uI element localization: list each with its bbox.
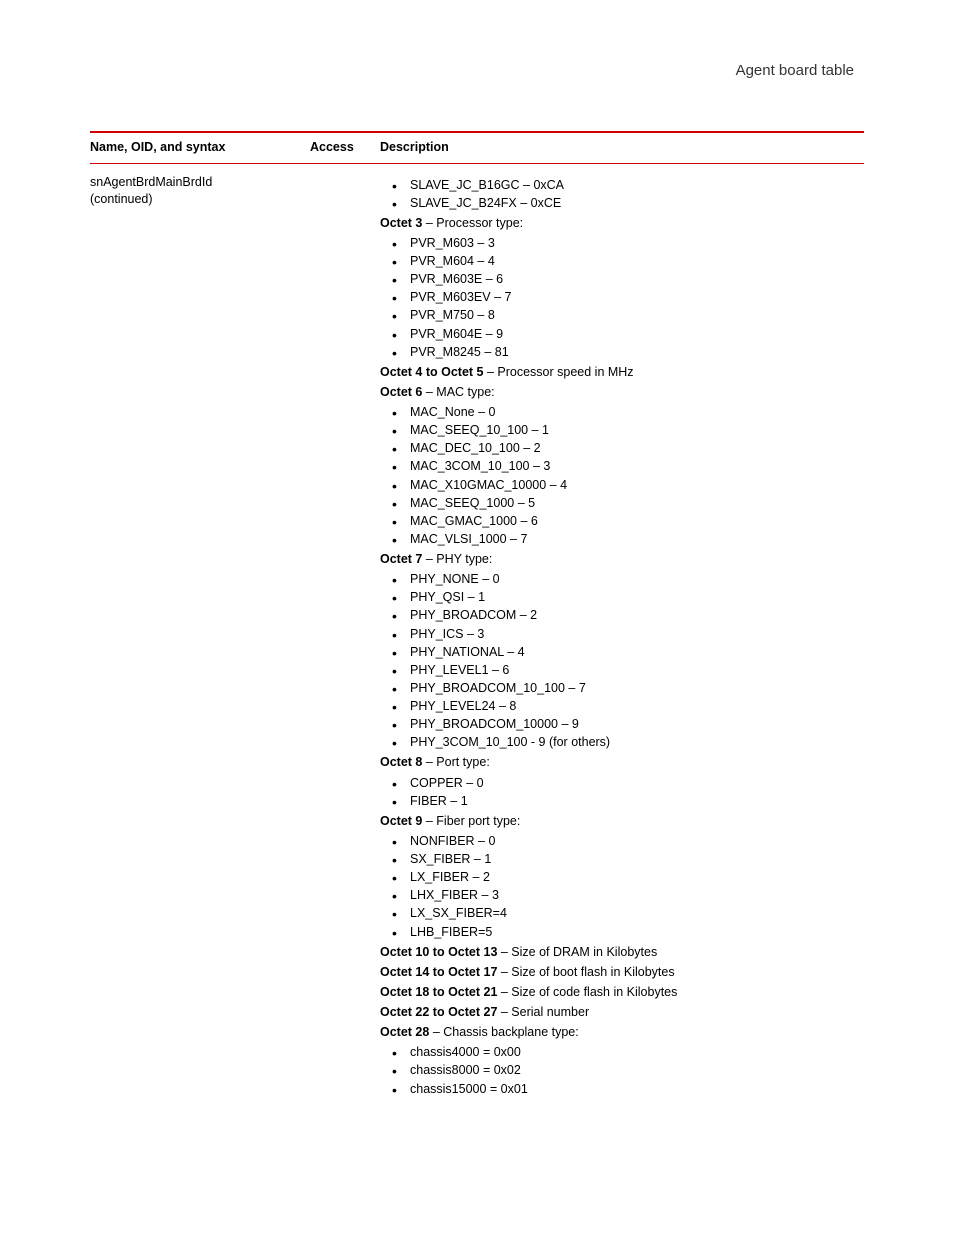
desc-list-octet8: COPPER – 0 FIBER – 1: [380, 774, 856, 810]
list-item: MAC_VLSI_1000 – 7: [392, 530, 856, 548]
octet7-text: – PHY type:: [422, 552, 492, 566]
list-item: PVR_M603E – 6: [392, 270, 856, 288]
list-item: chassis15000 = 0x01: [392, 1080, 856, 1098]
list-item: MAC_SEEQ_1000 – 5: [392, 494, 856, 512]
octet28-line: Octet 28 – Chassis backplane type:: [380, 1023, 856, 1041]
octet10-13-line: Octet 10 to Octet 13 – Size of DRAM in K…: [380, 943, 856, 961]
list-item: LHB_FIBER=5: [392, 923, 856, 941]
list-item: PHY_ICS – 3: [392, 625, 856, 643]
list-item: PHY_QSI – 1: [392, 588, 856, 606]
octet18-21-text: – Size of code flash in Kilobytes: [497, 985, 677, 999]
octet22-27-text: – Serial number: [497, 1005, 589, 1019]
octet7-line: Octet 7 – PHY type:: [380, 550, 856, 568]
octet4-5-label: Octet 4 to Octet 5: [380, 365, 484, 379]
desc-list-octet6: MAC_None – 0 MAC_SEEQ_10_100 – 1 MAC_DEC…: [380, 403, 856, 548]
list-item: PVR_M604E – 9: [392, 325, 856, 343]
list-item: MAC_DEC_10_100 – 2: [392, 439, 856, 457]
octet3-line: Octet 3 – Processor type:: [380, 214, 856, 232]
desc-list-octet7: PHY_NONE – 0 PHY_QSI – 1 PHY_BROADCOM – …: [380, 570, 856, 751]
list-item: chassis4000 = 0x00: [392, 1043, 856, 1061]
list-item: PHY_LEVEL24 – 8: [392, 697, 856, 715]
octet4-5-text: – Processor speed in MHz: [484, 365, 634, 379]
list-item: COPPER – 0: [392, 774, 856, 792]
list-item: LX_SX_FIBER=4: [392, 904, 856, 922]
desc-list-octet28: chassis4000 = 0x00 chassis8000 = 0x02 ch…: [380, 1043, 856, 1097]
desc-list-octet3: PVR_M603 – 3 PVR_M604 – 4 PVR_M603E – 6 …: [380, 234, 856, 361]
list-item: MAC_3COM_10_100 – 3: [392, 457, 856, 475]
col-header-access: Access: [310, 133, 380, 163]
octet6-line: Octet 6 – MAC type:: [380, 383, 856, 401]
list-item: chassis8000 = 0x02: [392, 1061, 856, 1079]
octet4-5-line: Octet 4 to Octet 5 – Processor speed in …: [380, 363, 856, 381]
cell-access: [310, 163, 380, 1104]
list-item: PHY_BROADCOM_10_100 – 7: [392, 679, 856, 697]
list-item: PVR_M603 – 3: [392, 234, 856, 252]
col-header-description: Description: [380, 133, 864, 163]
page-header-title: Agent board table: [90, 60, 864, 81]
cell-name: snAgentBrdMainBrdId (continued): [90, 163, 310, 1104]
octet8-text: – Port type:: [422, 755, 489, 769]
octet6-label: Octet 6: [380, 385, 422, 399]
list-item: FIBER – 1: [392, 792, 856, 810]
octet10-13-label: Octet 10 to Octet 13: [380, 945, 497, 959]
desc-list-octet9: NONFIBER – 0 SX_FIBER – 1 LX_FIBER – 2 L…: [380, 832, 856, 941]
octet6-text: – MAC type:: [422, 385, 494, 399]
list-item: PHY_BROADCOM_10000 – 9: [392, 715, 856, 733]
octet28-label: Octet 28: [380, 1025, 429, 1039]
octet9-line: Octet 9 – Fiber port type:: [380, 812, 856, 830]
octet9-text: – Fiber port type:: [422, 814, 520, 828]
continued-label: (continued): [90, 191, 302, 209]
octet14-17-text: – Size of boot flash in Kilobytes: [497, 965, 674, 979]
list-item: MAC_None – 0: [392, 403, 856, 421]
list-item: PVR_M603EV – 7: [392, 288, 856, 306]
table-header-row: Name, OID, and syntax Access Description: [90, 133, 864, 163]
list-item: PHY_NATIONAL – 4: [392, 643, 856, 661]
octet10-13-text: – Size of DRAM in Kilobytes: [497, 945, 657, 959]
list-item: PHY_BROADCOM – 2: [392, 606, 856, 624]
list-item: LHX_FIBER – 3: [392, 886, 856, 904]
octet22-27-label: Octet 22 to Octet 27: [380, 1005, 497, 1019]
list-item: PHY_NONE – 0: [392, 570, 856, 588]
cell-description: SLAVE_JC_B16GC – 0xCA SLAVE_JC_B24FX – 0…: [380, 163, 864, 1104]
octet8-line: Octet 8 – Port type:: [380, 753, 856, 771]
octet14-17-label: Octet 14 to Octet 17: [380, 965, 497, 979]
list-item: SLAVE_JC_B24FX – 0xCE: [392, 194, 856, 212]
list-item: NONFIBER – 0: [392, 832, 856, 850]
octet8-label: Octet 8: [380, 755, 422, 769]
octet22-27-line: Octet 22 to Octet 27 – Serial number: [380, 1003, 856, 1021]
list-item: PHY_3COM_10_100 - 9 (for others): [392, 733, 856, 751]
mib-table: Name, OID, and syntax Access Description…: [90, 133, 864, 1104]
octet28-text: – Chassis backplane type:: [429, 1025, 578, 1039]
octet9-label: Octet 9: [380, 814, 422, 828]
oid-name: snAgentBrdMainBrdId: [90, 174, 302, 192]
list-item: SLAVE_JC_B16GC – 0xCA: [392, 176, 856, 194]
col-header-name: Name, OID, and syntax: [90, 133, 310, 163]
octet7-label: Octet 7: [380, 552, 422, 566]
list-item: MAC_X10GMAC_10000 – 4: [392, 476, 856, 494]
list-item: LX_FIBER – 2: [392, 868, 856, 886]
list-item: PHY_LEVEL1 – 6: [392, 661, 856, 679]
list-item: MAC_GMAC_1000 – 6: [392, 512, 856, 530]
table-row: snAgentBrdMainBrdId (continued) SLAVE_JC…: [90, 163, 864, 1104]
list-item: PVR_M8245 – 81: [392, 343, 856, 361]
octet18-21-label: Octet 18 to Octet 21: [380, 985, 497, 999]
octet3-label: Octet 3: [380, 216, 422, 230]
list-item: SX_FIBER – 1: [392, 850, 856, 868]
octet3-text: – Processor type:: [422, 216, 523, 230]
list-item: PVR_M604 – 4: [392, 252, 856, 270]
list-item: PVR_M750 – 8: [392, 306, 856, 324]
desc-list-initial: SLAVE_JC_B16GC – 0xCA SLAVE_JC_B24FX – 0…: [380, 176, 856, 212]
octet18-21-line: Octet 18 to Octet 21 – Size of code flas…: [380, 983, 856, 1001]
octet14-17-line: Octet 14 to Octet 17 – Size of boot flas…: [380, 963, 856, 981]
list-item: MAC_SEEQ_10_100 – 1: [392, 421, 856, 439]
